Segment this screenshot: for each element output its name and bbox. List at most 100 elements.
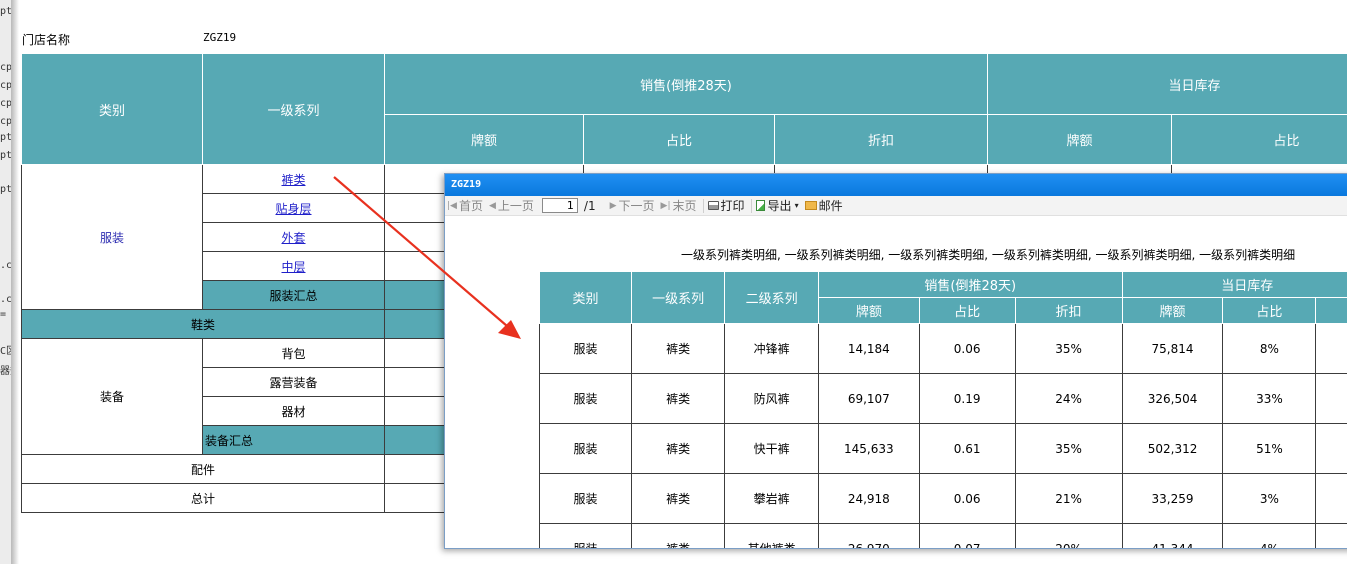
table-row: 服装 裤类 冲锋裤 14,184 0.06 35% 75,814 8% [539,323,1347,374]
edge-text: cp [0,62,12,73]
edge-text: pt [0,184,12,195]
cell-discount: 35% [1014,423,1123,474]
mail-label: 邮件 [818,199,843,213]
header-category: 类别 [21,53,203,165]
series-gear: 器材 [202,396,385,426]
detail-popup-window: ZGZ19 |◀ 首页 ◀ 上一页 /1 ▶ 下一页 ▶| 末页 打印 导出 ▾ [444,173,1347,549]
header-stock-share: 占比 [1171,114,1347,165]
series-link-pants[interactable]: 裤类 [281,173,305,187]
store-name-label: 门店名称 [22,33,71,47]
detail-header-more [1315,297,1347,324]
cell-discount: 35% [1014,323,1123,374]
prev-page-label: 上一页 [497,199,534,213]
table-row: 服装 裤类 攀岩裤 24,918 0.06 21% 33,259 3% [539,473,1347,524]
first-page-button[interactable]: |◀ 首页 [447,197,483,214]
edge-text: pt [0,132,12,143]
series-link-baselayer[interactable]: 贴身层 [275,202,311,216]
detail-header-sales-share: 占比 [918,297,1016,324]
detail-header-discount: 折扣 [1014,297,1123,324]
series-cell: 贴身层 [202,193,385,223]
table-row: 服装 裤类 快干裤 145,633 0.61 35% 502,312 51% [539,423,1347,474]
edge-text: pt [0,6,12,17]
accessories-row: 配件 [21,454,385,484]
toolbar-separator [750,198,752,213]
prev-page-icon: ◀ [488,200,496,211]
cell-series1: 裤类 [630,323,726,374]
cell-clipped [1315,523,1347,548]
cell-category: 服装 [539,423,632,474]
series-camping: 露营装备 [202,367,385,397]
detail-header-stock-amount: 牌额 [1121,297,1224,324]
first-page-icon: |◀ [447,200,457,211]
table-row: 服装 裤类 防风裤 69,107 0.19 24% 326,504 33% [539,373,1347,424]
cell-sales-amount: 26,970 [817,523,920,548]
edge-text: 器数 [0,366,11,377]
cell-series2: 冲锋裤 [724,323,819,374]
edge-text: cp [0,80,12,91]
page-total: /1 [583,198,596,213]
cell-sales-amount: 24,918 [817,473,920,524]
header-sales-discount: 折扣 [773,114,989,165]
last-page-icon: ▶| [660,200,671,211]
cell-clipped [1315,423,1347,474]
background-window-edge: pt cp cp cp cp pt pt pt .c .c = C区 器数 [0,0,12,564]
window-shadow [12,0,19,564]
cell-discount: 21% [1014,473,1123,524]
popup-titlebar[interactable]: ZGZ19 [445,174,1347,196]
series-cell: 裤类 [202,164,385,194]
next-page-button[interactable]: ▶ 下一页 [610,197,655,214]
cell-sales-share: 0.61 [918,423,1016,474]
edge-text: cp [0,98,12,109]
export-button[interactable]: 导出 ▾ [755,197,799,214]
detail-header-stock-share: 占比 [1222,297,1317,324]
cell-series1: 裤类 [630,523,726,548]
detail-header-sales-amount: 牌额 [817,297,920,324]
cell-category: 服装 [539,473,632,524]
print-button[interactable]: 打印 [707,197,745,214]
header-series: 一级系列 [202,53,385,165]
page-number-input[interactable] [541,198,578,213]
cell-stock-amount: 41,344 [1121,523,1224,548]
mail-button[interactable]: 邮件 [804,197,843,214]
cell-series2: 攀岩裤 [724,473,819,524]
series-link-midlayer[interactable]: 中层 [281,260,305,274]
cell-stock-amount: 75,814 [1121,323,1224,374]
edge-text: C区 [0,346,11,357]
cell-clipped [1315,373,1347,424]
edge-text: = [0,309,7,320]
series-cell: 中层 [202,251,385,281]
cell-sales-amount: 14,184 [817,323,920,374]
store-name-value: ZGZ19 [203,31,237,44]
detail-header-series1: 一级系列 [630,271,726,324]
toolbar-separator [702,198,704,213]
category-apparel: 服装 [21,164,203,310]
detail-header-stock: 当日库存 [1121,271,1347,298]
printer-icon [707,201,719,210]
last-page-button[interactable]: ▶| 末页 [661,197,697,214]
cell-sales-share: 0.06 [918,473,1016,524]
export-icon [755,200,765,211]
cell-category: 服装 [539,373,632,424]
series-cell: 外套 [202,222,385,252]
detail-header-sales: 销售(倒推28天) [817,271,1123,298]
cell-sales-amount: 69,107 [817,373,920,424]
next-page-icon: ▶ [609,200,617,211]
cell-category: 服装 [539,523,632,548]
cell-series1: 裤类 [630,473,726,524]
prev-page-button[interactable]: ◀ 上一页 [489,197,534,214]
detail-caption: 一级系列裤类明细, 一级系列裤类明细, 一级系列裤类明细, 一级系列裤类明细, … [681,248,1296,262]
cell-sales-share: 0.06 [918,323,1016,374]
last-page-label: 末页 [672,199,697,213]
report-toolbar: |◀ 首页 ◀ 上一页 /1 ▶ 下一页 ▶| 末页 打印 导出 ▾ [445,196,1347,216]
category-equipment: 装备 [21,338,203,455]
cell-stock-share: 8% [1222,323,1317,374]
cell-category: 服装 [539,323,632,374]
edge-text: .c [0,260,12,271]
cell-sales-share: 0.07 [918,523,1016,548]
cell-series1: 裤类 [630,423,726,474]
series-link-jacket[interactable]: 外套 [281,231,305,245]
cell-stock-share: 3% [1222,473,1317,524]
header-sales-amount: 牌额 [384,114,584,165]
header-sales: 销售(倒推28天) [383,53,989,115]
edge-text: pt [0,150,12,161]
